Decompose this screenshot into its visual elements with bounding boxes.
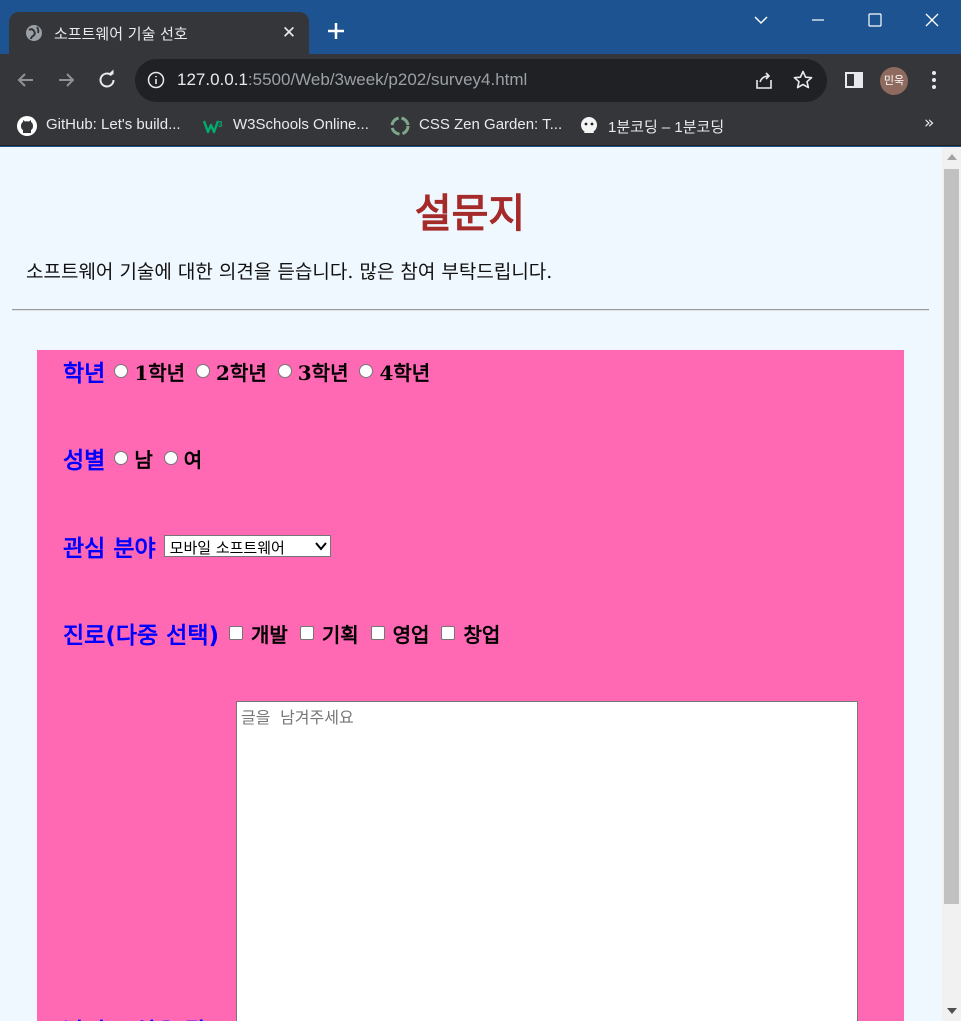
comment-placeholder: 글을 남겨주세요 <box>241 708 354 727</box>
tab-strip: 소프트웨어 기술 선호 ✕ <box>0 0 961 54</box>
url-text[interactable]: 127.0.0.1:5500/Web/3week/p202/survey4.ht… <box>177 70 527 90</box>
new-tab-icon[interactable] <box>324 19 348 43</box>
browser-tab[interactable]: 소프트웨어 기술 선호 ✕ <box>9 12 309 54</box>
bookmark-1bun-coding[interactable]: 1분코딩 – 1분코딩 <box>578 114 753 138</box>
grade-option-label: 4학년 <box>379 360 431 385</box>
bookmark-label: W3Schools Online... <box>233 116 369 133</box>
avatar[interactable]: 민욱 <box>880 67 908 95</box>
career-option-label: 개발 <box>251 622 288 647</box>
window-close-icon[interactable] <box>912 6 952 34</box>
site-info-icon[interactable] <box>147 71 165 89</box>
maximize-icon[interactable] <box>855 6 895 34</box>
career-option-label: 기획 <box>321 622 359 647</box>
scroll-thumb[interactable] <box>944 169 959 904</box>
bookmark-star-icon[interactable] <box>792 69 814 91</box>
more-menu-icon[interactable] <box>922 68 946 92</box>
bookmark-label: CSS Zen Garden: T... <box>419 116 563 133</box>
close-tab-icon[interactable]: ✕ <box>279 23 299 43</box>
career-row: 진로(다중 선택) 개발 기획 영업 창업 <box>63 616 508 650</box>
scroll-up-icon[interactable] <box>947 154 957 160</box>
survey-form: 학년 1학년 2학년 3학년 4학년 성별 남 여 관심 분야 모바일 소프트웨… <box>37 350 904 1021</box>
back-arrow-icon[interactable] <box>14 68 38 92</box>
bookmark-github[interactable]: GitHub: Let's build... <box>16 114 191 138</box>
url-host: 127.0.0.1 <box>177 70 248 89</box>
globe-icon <box>26 25 42 41</box>
gender-radio-female[interactable] <box>163 451 178 465</box>
grade-option-label: 3학년 <box>297 360 349 385</box>
career-checkbox-startup[interactable] <box>441 626 456 640</box>
grade-radio-4[interactable] <box>359 364 374 378</box>
intro-text: 소프트웨어 기술에 대한 의견을 듣습니다. 많은 참여 부탁드립니다. <box>26 261 553 283</box>
gender-row: 성별 남 여 <box>63 441 210 475</box>
minimize-icon[interactable] <box>798 6 838 34</box>
tab-title: 소프트웨어 기술 선호 <box>54 25 188 43</box>
page-viewport: 설문지 소프트웨어 기술에 대한 의견을 듣습니다. 많은 참여 부탁드립니다.… <box>0 147 961 1021</box>
career-option-label: 영업 <box>392 622 430 647</box>
grade-radio-2[interactable] <box>196 364 211 378</box>
bookmark-label: GitHub: Let's build... <box>46 116 181 133</box>
tab-search-icon[interactable] <box>741 6 781 34</box>
bookmark-label: 1분코딩 – 1분코딩 <box>608 119 725 136</box>
grade-option-label: 2학년 <box>216 360 267 385</box>
horizontal-rule <box>12 309 929 311</box>
gender-label: 성별 <box>63 448 106 474</box>
grade-row: 학년 1학년 2학년 3학년 4학년 <box>63 354 438 388</box>
bookmark-w3schools[interactable]: 3 W3Schools Online... <box>203 114 378 138</box>
vertical-scrollbar[interactable] <box>942 147 961 1021</box>
1bun-coding-icon <box>581 117 597 133</box>
svg-text:3: 3 <box>218 120 223 129</box>
grade-option-label: 1학년 <box>134 360 186 385</box>
github-icon <box>17 116 37 136</box>
career-option-label: 창업 <box>463 622 501 647</box>
interest-label: 관심 분야 <box>63 536 156 562</box>
gender-option-label: 여 <box>183 447 203 472</box>
career-label: 진로(다중 선택) <box>63 623 219 649</box>
career-checkbox-sales[interactable] <box>370 626 385 640</box>
interest-select[interactable]: 모바일 소프트웨어 <box>163 535 331 557</box>
grade-label: 학년 <box>63 361 106 387</box>
grade-radio-1[interactable] <box>114 364 129 378</box>
forward-arrow-icon[interactable] <box>54 68 78 92</box>
browser-toolbar: 127.0.0.1:5500/Web/3week/p202/survey4.ht… <box>0 54 961 106</box>
gender-option-label: 남 <box>134 447 153 472</box>
address-bar[interactable]: 127.0.0.1:5500/Web/3week/p202/survey4.ht… <box>135 59 827 102</box>
interest-selected-value: 모바일 소프트웨어 <box>169 539 285 557</box>
more-bookmarks-icon[interactable]: » <box>924 113 934 133</box>
comment-textarea[interactable]: 글을 남겨주세요 <box>236 701 858 1021</box>
share-icon[interactable] <box>753 70 775 92</box>
url-path: :5500/Web/3week/p202/survey4.html <box>247 70 528 89</box>
career-checkbox-dev[interactable] <box>229 626 243 640</box>
bookmark-zen-garden[interactable]: CSS Zen Garden: T... <box>389 114 564 138</box>
page-title: 설문지 <box>414 191 526 237</box>
w3schools-icon: 3 <box>203 120 223 134</box>
gender-radio-male[interactable] <box>114 451 129 465</box>
zen-garden-icon <box>390 116 410 136</box>
interest-row: 관심 분야 모바일 소프트웨어 <box>63 529 331 563</box>
comment-label: 남기고 싶은 말 <box>63 1012 206 1021</box>
chevron-down-icon <box>314 542 327 551</box>
career-checkbox-planning[interactable] <box>299 626 314 640</box>
bookmarks-bar: GitHub: Let's build... 3 W3Schools Onlin… <box>0 106 961 146</box>
scroll-down-icon[interactable] <box>947 1008 957 1014</box>
reload-icon[interactable] <box>95 68 119 92</box>
side-panel-icon[interactable] <box>842 68 866 92</box>
grade-radio-3[interactable] <box>277 364 292 378</box>
